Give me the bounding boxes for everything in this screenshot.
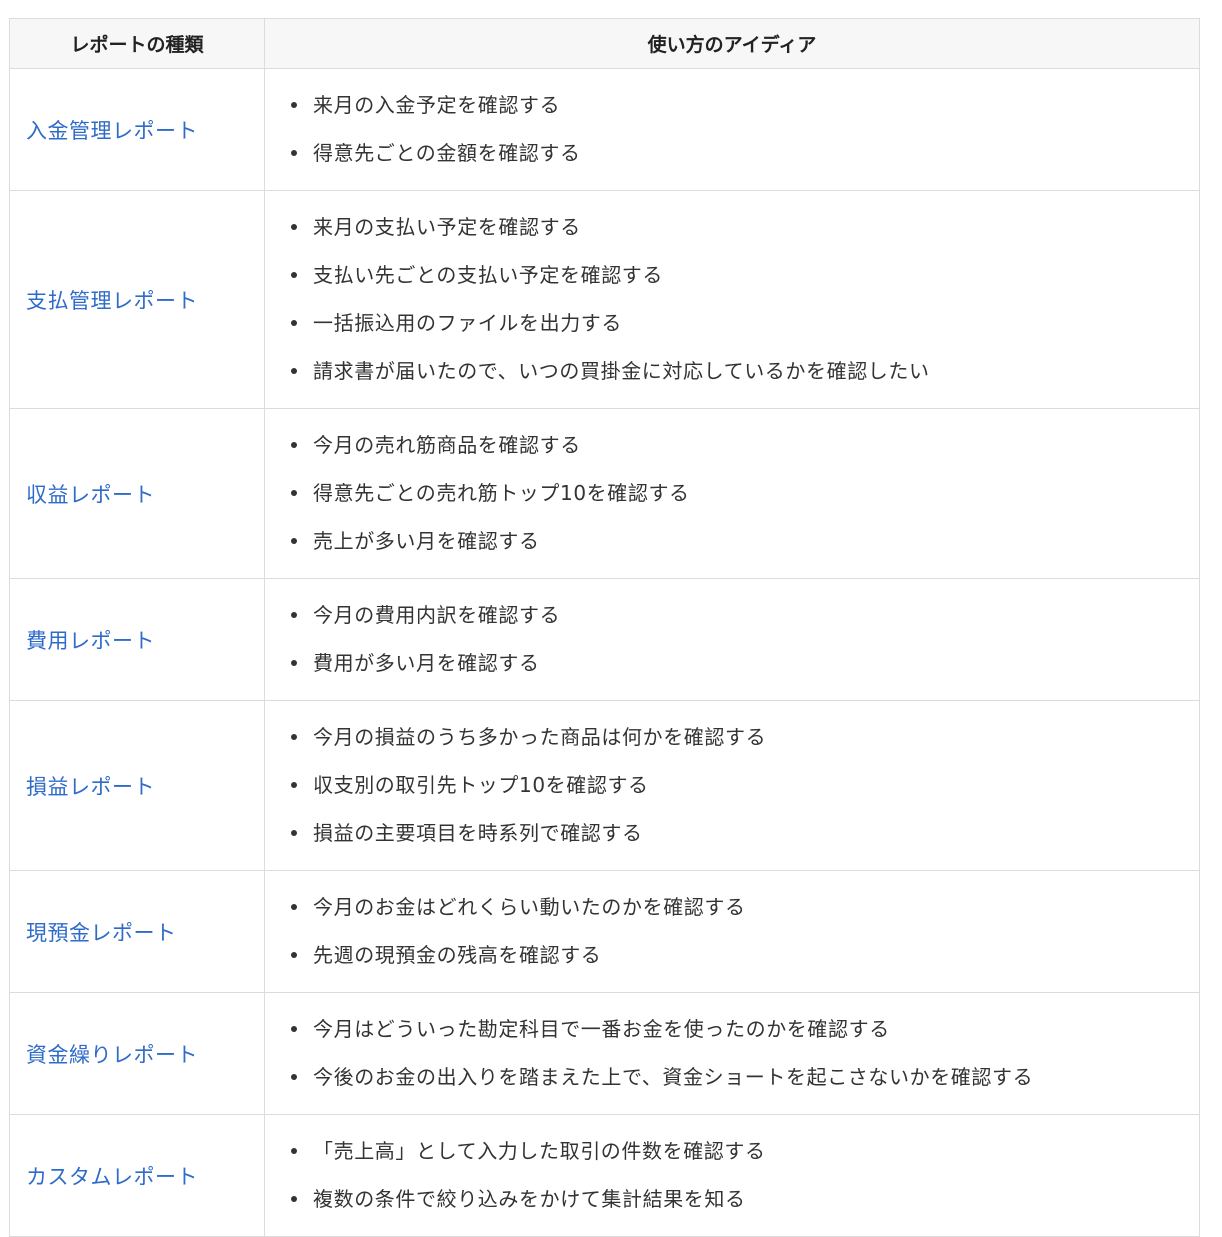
usage-ideas-cell: 今月はどういった勘定科目で一番お金を使ったのかを確認する 今後のお金の出入りを踏ま… [264,992,1200,1115]
report-type-cell: 損益レポート [9,700,265,871]
table-header: レポートの種類 使い方のアイディア [9,18,1200,69]
usage-idea-item: 複数の条件で絞り込みをかけて集計結果を知る [291,1175,1199,1223]
table-body: 入金管理レポート 来月の入金予定を確認する 得意先ごとの金額を確認する支払管理レポー… [9,68,1200,1237]
table-row: 入金管理レポート 来月の入金予定を確認する 得意先ごとの金額を確認する [9,68,1200,191]
header-row: レポートの種類 使い方のアイディア [9,18,1200,69]
usage-idea-item: 今月はどういった勘定科目で一番お金を使ったのかを確認する [291,1005,1199,1053]
header-usage-ideas: 使い方のアイディア [264,18,1200,69]
report-type-cell: 入金管理レポート [9,68,265,191]
usage-idea-item: 費用が多い月を確認する [291,639,1199,687]
usage-ideas-list: 今月の費用内訳を確認する 費用が多い月を確認する [265,591,1199,687]
usage-idea-item: 今月のお金はどれくらい動いたのかを確認する [291,883,1199,931]
report-type-link[interactable]: 入金管理レポート [26,119,198,143]
report-type-link[interactable]: 損益レポート [26,775,155,799]
report-type-link[interactable]: カスタムレポート [26,1165,198,1189]
usage-idea-item: 今月の売れ筋商品を確認する [291,421,1199,469]
usage-idea-item: 得意先ごとの金額を確認する [291,129,1199,177]
usage-idea-item: 請求書が届いたので、いつの買掛金に対応しているかを確認したい [291,347,1199,395]
usage-ideas-list: 今月のお金はどれくらい動いたのかを確認する 先週の現預金の残高を確認する [265,883,1199,979]
usage-idea-item: 得意先ごとの売れ筋トップ10を確認する [291,469,1199,517]
usage-ideas-list: 今月の売れ筋商品を確認する 得意先ごとの売れ筋トップ10を確認する 売上が多い月を確… [265,421,1199,565]
table-row: 費用レポート 今月の費用内訳を確認する 費用が多い月を確認する [9,578,1200,701]
table-row: 資金繰りレポート 今月はどういった勘定科目で一番お金を使ったのかを確認する 今後のお… [9,992,1200,1115]
usage-idea-item: 損益の主要項目を時系列で確認する [291,809,1199,857]
report-type-cell: 現預金レポート [9,870,265,993]
report-type-link[interactable]: 資金繰りレポート [26,1043,198,1067]
report-type-cell: 資金繰りレポート [9,992,265,1115]
usage-ideas-list: 今月はどういった勘定科目で一番お金を使ったのかを確認する 今後のお金の出入りを踏ま… [265,1005,1199,1101]
usage-idea-item: 今月の費用内訳を確認する [291,591,1199,639]
usage-idea-item: 来月の入金予定を確認する [291,81,1199,129]
report-type-cell: 支払管理レポート [9,190,265,409]
table-row: 現預金レポート 今月のお金はどれくらい動いたのかを確認する 先週の現預金の残高を確認… [9,870,1200,993]
usage-idea-item: 売上が多い月を確認する [291,517,1199,565]
usage-idea-item: 「売上高」として入力した取引の件数を確認する [291,1127,1199,1175]
table-row: 支払管理レポート 来月の支払い予定を確認する 支払い先ごとの支払い予定を確認する 一括… [9,190,1200,409]
header-report-type: レポートの種類 [9,18,265,69]
usage-idea-item: 今後のお金の出入りを踏まえた上で、資金ショートを起こさないかを確認する [291,1053,1199,1101]
usage-ideas-cell: 今月のお金はどれくらい動いたのかを確認する 先週の現預金の残高を確認する [264,870,1200,993]
usage-ideas-list: 「売上高」として入力した取引の件数を確認する 複数の条件で絞り込みをかけて集計結果… [265,1127,1199,1223]
table-row: 損益レポート 今月の損益のうち多かった商品は何かを確認する 収支別の取引先トップ10… [9,700,1200,871]
usage-ideas-cell: 来月の入金予定を確認する 得意先ごとの金額を確認する [264,68,1200,191]
report-type-link[interactable]: 支払管理レポート [26,289,198,313]
usage-idea-item: 先週の現預金の残高を確認する [291,931,1199,979]
usage-idea-item: 支払い先ごとの支払い予定を確認する [291,251,1199,299]
usage-idea-item: 来月の支払い予定を確認する [291,203,1199,251]
report-type-link[interactable]: 収益レポート [26,483,155,507]
usage-ideas-cell: 今月の費用内訳を確認する 費用が多い月を確認する [264,578,1200,701]
usage-idea-item: 一括振込用のファイルを出力する [291,299,1199,347]
report-type-link[interactable]: 現預金レポート [26,921,177,945]
usage-ideas-list: 今月の損益のうち多かった商品は何かを確認する 収支別の取引先トップ10を確認する損… [265,713,1199,857]
usage-ideas-cell: 今月の損益のうち多かった商品は何かを確認する 収支別の取引先トップ10を確認する損… [264,700,1200,871]
report-type-cell: 収益レポート [9,408,265,579]
usage-ideas-cell: 来月の支払い予定を確認する 支払い先ごとの支払い予定を確認する 一括振込用のファイル… [264,190,1200,409]
table-row: 収益レポート 今月の売れ筋商品を確認する 得意先ごとの売れ筋トップ10を確認する 売上… [9,408,1200,579]
usage-idea-item: 収支別の取引先トップ10を確認する [291,761,1199,809]
report-type-link[interactable]: 費用レポート [26,629,155,653]
usage-ideas-list: 来月の支払い予定を確認する 支払い先ごとの支払い予定を確認する 一括振込用のファイル… [265,203,1199,395]
usage-ideas-cell: 今月の売れ筋商品を確認する 得意先ごとの売れ筋トップ10を確認する 売上が多い月を確… [264,408,1200,579]
report-usage-table: レポートの種類 使い方のアイディア 入金管理レポート 来月の入金予定を確認する 得意… [9,18,1200,1237]
usage-ideas-list: 来月の入金予定を確認する 得意先ごとの金額を確認する [265,81,1199,177]
report-type-cell: 費用レポート [9,578,265,701]
usage-idea-item: 今月の損益のうち多かった商品は何かを確認する [291,713,1199,761]
